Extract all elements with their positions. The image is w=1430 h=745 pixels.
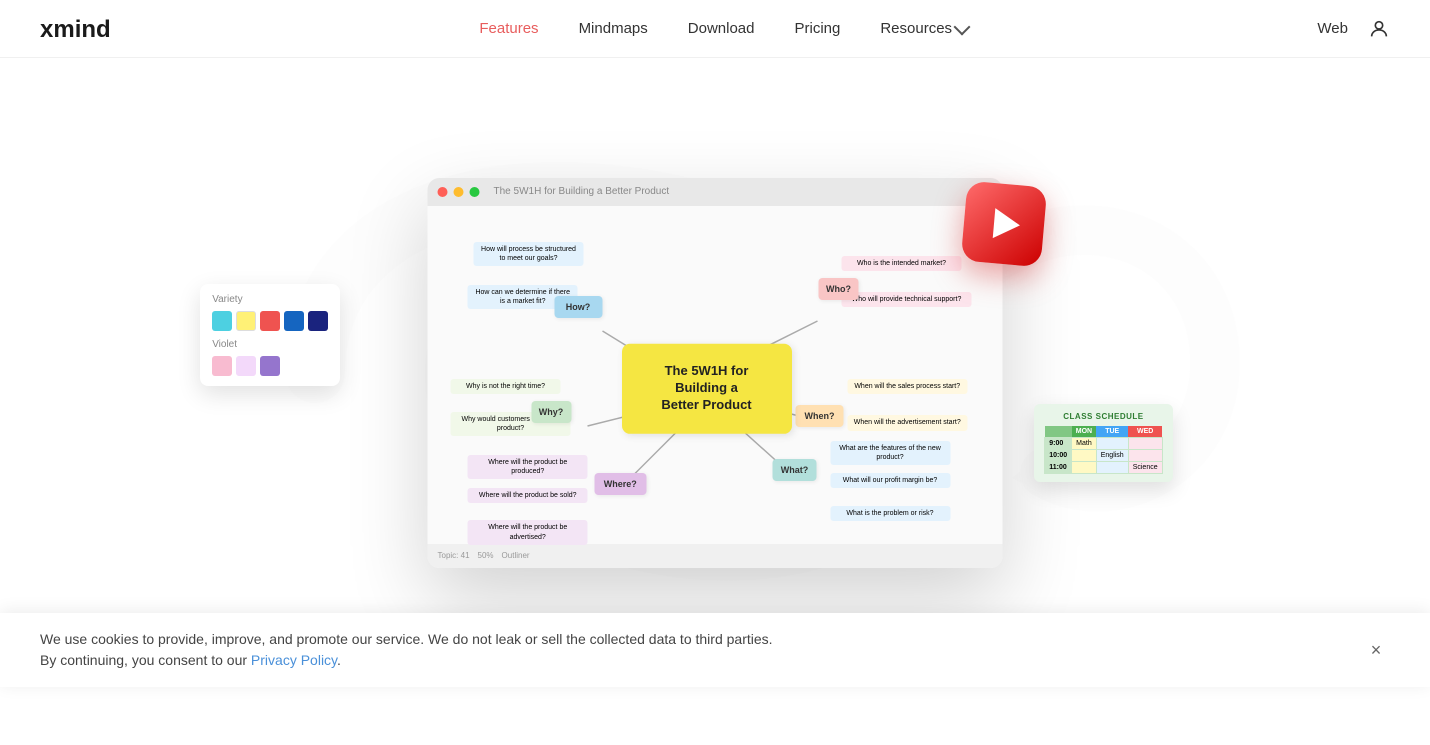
swatch-red bbox=[260, 311, 280, 331]
branch-how: How? bbox=[554, 296, 602, 318]
sub-where-1: Where will the product be produced? bbox=[468, 455, 588, 479]
violet-row: Violet bbox=[212, 339, 328, 376]
sub-when-2: When will the advertisement start? bbox=[847, 415, 967, 430]
sub-where-2: Where will the product be sold? bbox=[468, 488, 588, 503]
sub-how-1: How will process be structured to meet o… bbox=[474, 242, 584, 266]
branch-what: What? bbox=[773, 459, 817, 481]
nav-features[interactable]: Features bbox=[479, 20, 538, 37]
sub-where-3: Where will the product be advertised? bbox=[468, 520, 588, 544]
screenshot-toolbar-bottom: Topic: 41 50% Outliner bbox=[428, 544, 1003, 568]
dot-green bbox=[470, 187, 480, 197]
branch-when: When? bbox=[796, 405, 844, 427]
sub-what-1: What are the features of the new product… bbox=[830, 441, 950, 465]
main-screenshot: The 5W1H for Building a Better Product bbox=[428, 178, 1003, 568]
screenshot-body: The 5W1H forBuilding aBetter Product How… bbox=[428, 206, 1003, 568]
violet-swatches bbox=[212, 356, 328, 376]
nav-links: Features Mindmaps Download Pricing Resou… bbox=[479, 20, 968, 38]
swatch-pink bbox=[212, 356, 232, 376]
nav-pricing[interactable]: Pricing bbox=[794, 20, 840, 37]
sub-what-3: What is the problem or risk? bbox=[830, 506, 950, 521]
swatch-yellow bbox=[236, 311, 256, 331]
palette-card: Variety Violet bbox=[200, 284, 340, 386]
swatch-purple bbox=[260, 356, 280, 376]
sub-what-2: What will our profit margin be? bbox=[830, 473, 950, 488]
svg-text:xmind: xmind bbox=[40, 16, 111, 43]
youtube-icon bbox=[961, 180, 1048, 267]
nav-web[interactable]: Web bbox=[1317, 20, 1348, 37]
nav-mindmaps[interactable]: Mindmaps bbox=[579, 20, 648, 37]
logo[interactable]: xmind bbox=[40, 13, 130, 45]
sub-who-2: Who will provide technical support? bbox=[842, 292, 972, 307]
schedule-table: MON TUE WED 9:00 Math 10:00 English 11:0… bbox=[1044, 426, 1162, 474]
youtube-float bbox=[964, 184, 1044, 264]
branch-why: Why? bbox=[531, 401, 571, 423]
sub-why-1: Why is not the right time? bbox=[451, 379, 561, 394]
cookie-banner: We use cookies to provide, improve, and … bbox=[0, 613, 1430, 687]
schedule-title: CLASS SCHEDULE bbox=[1044, 412, 1162, 421]
play-icon bbox=[992, 208, 1021, 240]
privacy-policy-link[interactable]: Privacy Policy bbox=[251, 652, 337, 668]
chevron-down-icon bbox=[954, 18, 971, 35]
sub-who-1: Who is the intended market? bbox=[842, 256, 962, 271]
hero-section: Variety Violet The 5W1H for Building a B… bbox=[0, 58, 1430, 687]
swatch-cyan bbox=[212, 311, 232, 331]
logo-svg: xmind bbox=[40, 13, 130, 45]
dot-yellow bbox=[454, 187, 464, 197]
variety-swatches bbox=[212, 311, 328, 331]
nav-resources-dropdown[interactable]: Resources bbox=[880, 20, 968, 37]
nav-right: Web bbox=[1317, 18, 1390, 40]
screenshot-title: The 5W1H for Building a Better Product bbox=[494, 186, 670, 197]
cookie-close-button[interactable]: × bbox=[1362, 636, 1390, 664]
user-icon[interactable] bbox=[1368, 18, 1390, 40]
branch-who: Who? bbox=[819, 278, 859, 300]
schedule-card: CLASS SCHEDULE MON TUE WED 9:00 Math 10:… bbox=[1034, 404, 1172, 482]
navbar: xmind Features Mindmaps Download Pricing… bbox=[0, 0, 1430, 58]
mindmap-center: The 5W1H forBuilding aBetter Product bbox=[622, 343, 792, 433]
sub-when-1: When will the sales process start? bbox=[847, 379, 967, 394]
nav-download[interactable]: Download bbox=[688, 20, 755, 37]
swatch-lavender bbox=[236, 356, 256, 376]
variety-label: Variety bbox=[212, 294, 328, 305]
swatch-blue bbox=[284, 311, 304, 331]
swatch-darkblue bbox=[308, 311, 328, 331]
cookie-text: We use cookies to provide, improve, and … bbox=[40, 629, 773, 671]
dot-red bbox=[438, 187, 448, 197]
branch-where: Where? bbox=[594, 473, 646, 495]
screenshot-titlebar: The 5W1H for Building a Better Product bbox=[428, 178, 1003, 206]
violet-label: Violet bbox=[212, 339, 328, 350]
